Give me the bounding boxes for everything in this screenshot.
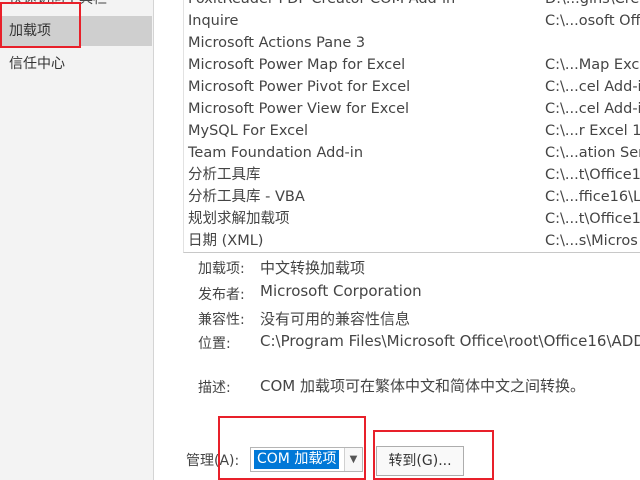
addin-name: Microsoft Actions Pane 3	[188, 35, 366, 51]
compatibility-value: 没有可用的兼容性信息	[260, 310, 411, 328]
options-nav: 快速访问工具栏 加载项 信任中心	[0, 0, 154, 480]
addin-list[interactable]: FoxitReader PDF Creator COM Add-in D:\..…	[183, 0, 640, 253]
addin-row[interactable]: Microsoft Actions Pane 3	[184, 32, 640, 54]
addin-location: C:\...osoft Off	[545, 13, 640, 29]
publisher-label: 发布者:	[198, 287, 245, 303]
addin-location: C:\...Map Exc	[545, 57, 640, 73]
addin-row[interactable]: Microsoft Power Map for Excel C:\...Map …	[184, 54, 640, 76]
addin-name: Microsoft Power Map for Excel	[188, 57, 406, 73]
addin-name: 规划求解加载项	[188, 211, 290, 227]
addin-row[interactable]: MySQL For Excel C:\...r Excel 1.	[184, 120, 640, 142]
addin-value: 中文转换加载项	[260, 259, 366, 277]
addin-name: Microsoft Power View for Excel	[188, 101, 410, 117]
addin-name: Team Foundation Add-in	[188, 145, 364, 161]
addin-name: Inquire	[188, 13, 239, 29]
addin-row[interactable]: FoxitReader PDF Creator COM Add-in D:\..…	[184, 0, 640, 10]
manage-select[interactable]: COM 加载项 ▼	[250, 447, 363, 472]
addin-location: C:\...ffice16\L	[545, 189, 640, 205]
nav-item-quick-access[interactable]: 快速访问工具栏	[0, 0, 152, 14]
addin-row[interactable]: Inquire C:\...osoft Off	[184, 10, 640, 32]
addin-label: 加载项:	[198, 261, 245, 277]
addin-row[interactable]: Microsoft Power View for Excel C:\...cel…	[184, 98, 640, 120]
chevron-down-icon[interactable]: ▼	[344, 448, 362, 471]
addin-location: C:\...s\Micros	[545, 233, 638, 249]
manage-selected-value: COM 加载项	[254, 450, 340, 469]
addin-location: C:\...t\Office1	[545, 167, 640, 183]
addin-row[interactable]: 规划求解加载项 C:\...t\Office1	[184, 208, 640, 230]
addin-row[interactable]: Microsoft Power Pivot for Excel C:\...ce…	[184, 76, 640, 98]
addin-location: C:\...r Excel 1.	[545, 123, 640, 139]
nav-item-addins[interactable]: 加载项	[0, 16, 152, 46]
addin-location: C:\...t\Office1	[545, 211, 640, 227]
addin-name: 分析工具库 - VBA	[188, 189, 305, 205]
manage-label: 管理(A):	[186, 453, 240, 469]
addin-location: C:\...cel Add-i	[545, 101, 640, 117]
addin-row[interactable]: 日期 (XML) C:\...s\Micros	[184, 230, 640, 252]
description-label: 描述:	[198, 380, 231, 396]
addin-name: 日期 (XML)	[188, 233, 264, 249]
addin-location: C:\...cel Add-i	[545, 79, 640, 95]
addin-location: C:\...ation Ser	[545, 145, 640, 161]
addin-name: MySQL For Excel	[188, 123, 309, 139]
description-value: COM 加载项可在繁体中文和简体中文之间转换。	[260, 377, 585, 395]
nav-item-trust-center[interactable]: 信任中心	[0, 49, 152, 79]
addin-name: Microsoft Power Pivot for Excel	[188, 79, 411, 95]
location-label: 位置:	[198, 336, 231, 352]
addin-name: 分析工具库	[188, 167, 261, 183]
addin-row[interactable]: 分析工具库 C:\...t\Office1	[184, 164, 640, 186]
compatibility-label: 兼容性:	[198, 312, 245, 328]
addin-location: D:\...gins\Cre	[545, 0, 639, 10]
addin-row[interactable]: Team Foundation Add-in C:\...ation Ser	[184, 142, 640, 164]
addin-name: FoxitReader PDF Creator COM Add-in	[188, 0, 455, 10]
location-value: C:\Program Files\Microsoft Office\root\O…	[260, 332, 640, 350]
addin-row[interactable]: 分析工具库 - VBA C:\...ffice16\L	[184, 186, 640, 208]
goto-button[interactable]: 转到(G)...	[376, 446, 464, 476]
publisher-value: Microsoft Corporation	[260, 282, 422, 300]
